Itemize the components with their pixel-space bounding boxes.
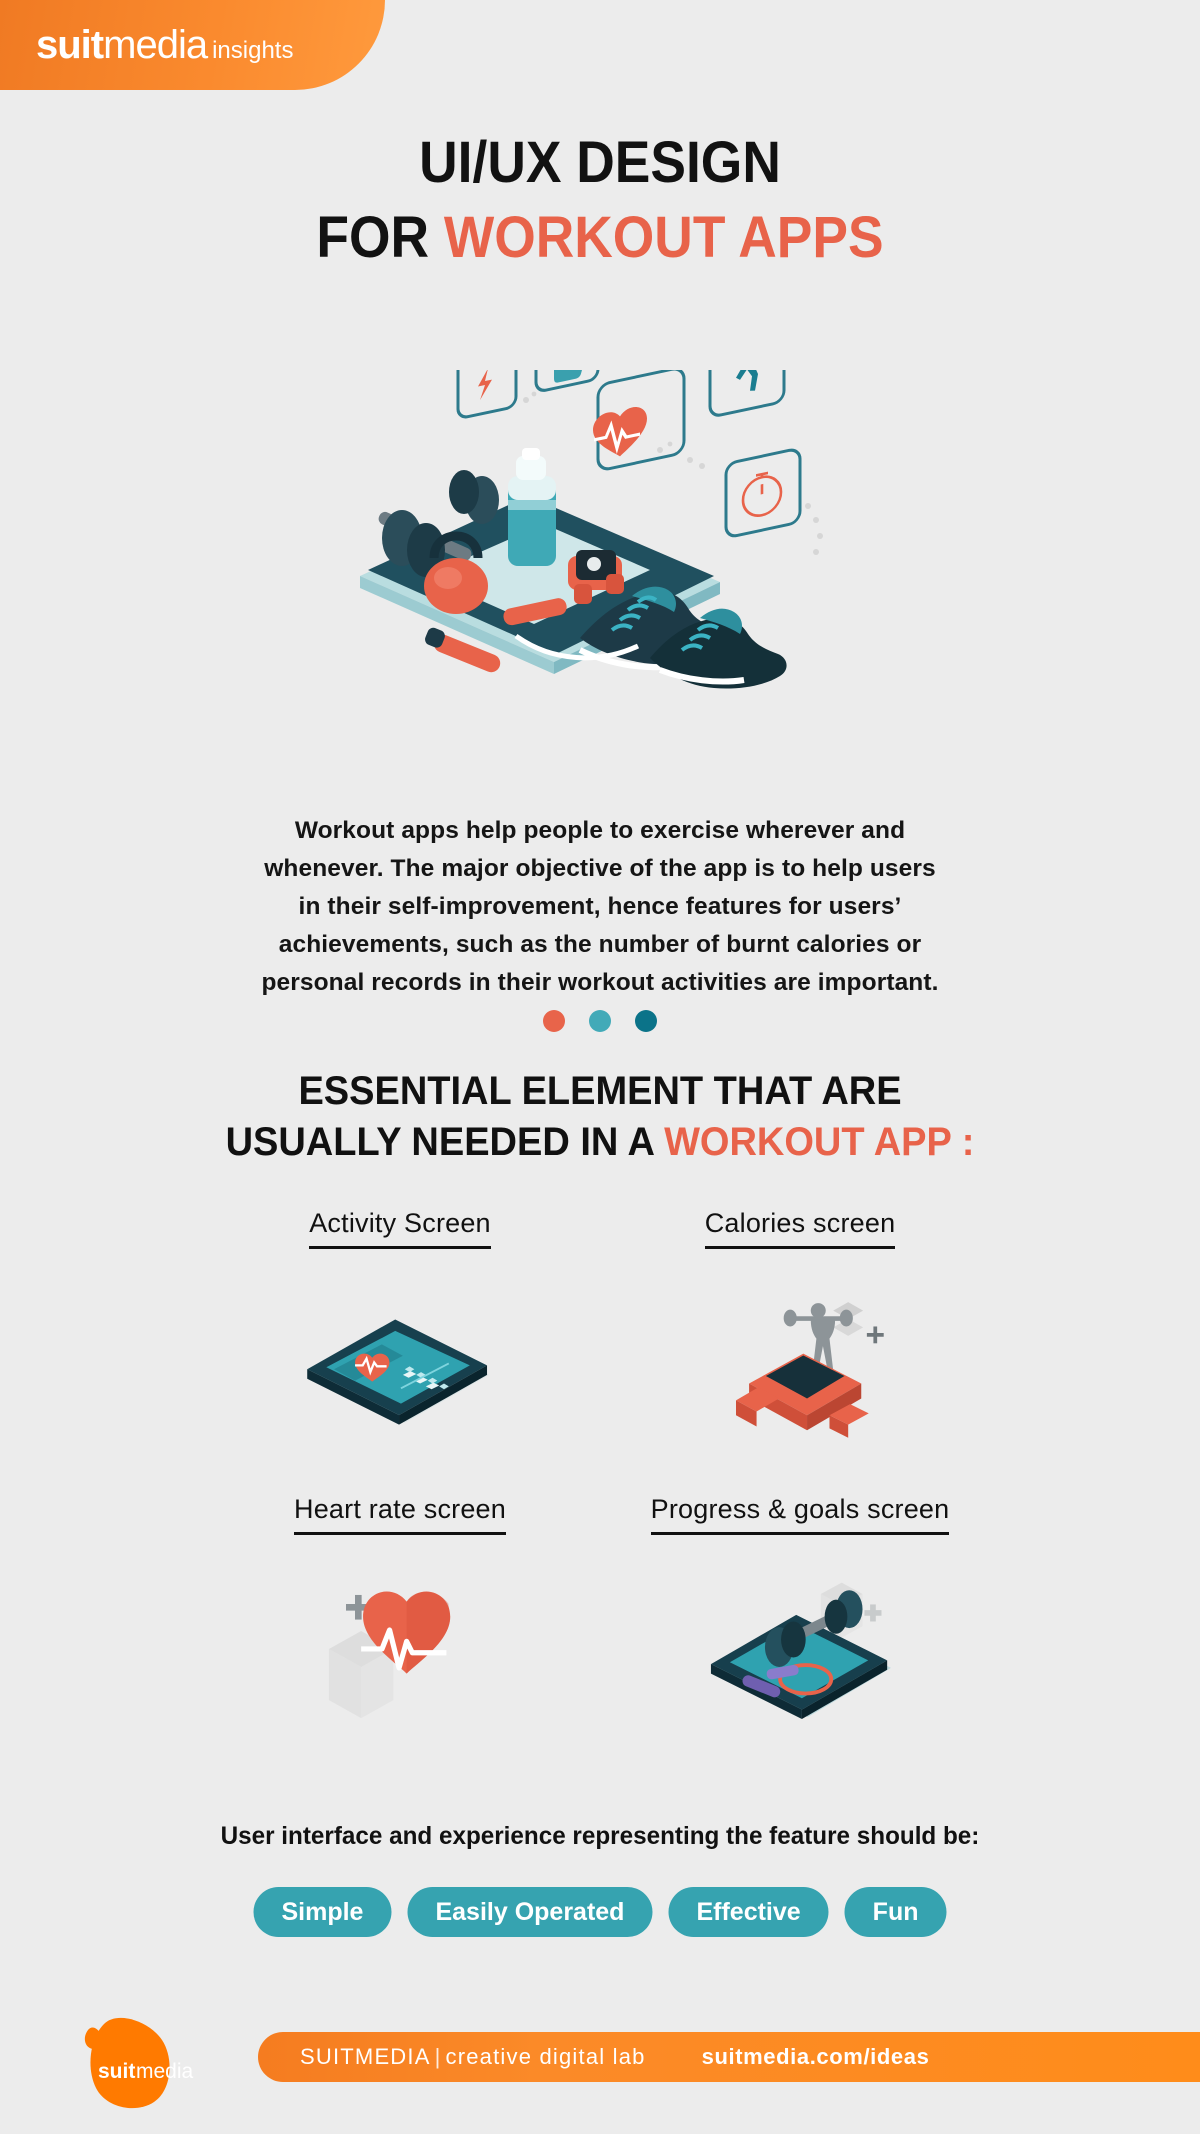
- section-heading-accent: WORKOUT APP :: [664, 1120, 975, 1165]
- footer-url[interactable]: suitmedia.com/ideas: [702, 2044, 930, 2070]
- smartwatch-calories-icon: [735, 1302, 884, 1438]
- pill-easily-operated[interactable]: Easily Operated: [407, 1887, 653, 1937]
- hero-illustration: [330, 317, 870, 710]
- footer-logo-bold-text: suit: [98, 2060, 135, 2083]
- feature-label-activity: Activity Screen: [309, 1208, 491, 1249]
- section-heading-line-2: USUALLY NEEDED IN A WORKOUT APP :: [30, 1117, 1170, 1168]
- footer-brand-text: SUITMEDIA: [300, 2044, 431, 2069]
- phone-activity-screen-icon: [307, 1318, 489, 1425]
- footer: suit media SUITMEDIA | creative digital la…: [0, 1994, 1200, 2134]
- feature-art-progress-goals: [600, 1553, 1000, 1743]
- ui-summary-line: User interface and experience representi…: [220, 1822, 980, 1850]
- heart-rate-icon: [328, 1591, 451, 1719]
- logo-light-text: media: [103, 23, 208, 67]
- feature-progress-goals-screen: Progress & goals screen: [600, 1494, 1000, 1780]
- section-heading-plain: USUALLY NEEDED IN A: [225, 1120, 665, 1165]
- workout-gear-isometric-icon: [360, 317, 823, 689]
- footer-tagline-text: creative digital lab: [445, 2044, 646, 2069]
- pill-fun[interactable]: Fun: [844, 1887, 947, 1937]
- pill-effective[interactable]: Effective: [668, 1887, 829, 1937]
- lead-paragraph: Workout apps help people to exercise whe…: [261, 817, 939, 996]
- feature-art-calories: [600, 1267, 1000, 1457]
- feature-calories-screen: Calories screen: [600, 1208, 1000, 1494]
- title-line-1: UI/UX DESIGN: [419, 130, 781, 195]
- feature-grid: Activity Screen Calories screen Heart ra…: [200, 1208, 1000, 1780]
- title-line-2-plain: FOR: [316, 204, 444, 270]
- suitmedia-logo: suitmedia insights: [36, 25, 293, 65]
- pill-simple[interactable]: Simple: [253, 1887, 392, 1937]
- page-title: UI/UX DESIGN FOR WORKOUT APPS: [48, 128, 1152, 274]
- feature-heart-rate-screen: Heart rate screen: [200, 1494, 600, 1780]
- feature-activity-screen: Activity Screen: [200, 1208, 600, 1494]
- section-heading-line-1: ESSENTIAL ELEMENT THAT ARE: [298, 1069, 902, 1113]
- feature-label-calories: Calories screen: [704, 1208, 896, 1249]
- dot-separator: [543, 1010, 657, 1032]
- feature-label-progress-goals: Progress & goals screen: [650, 1494, 950, 1535]
- footer-bar: SUITMEDIA | creative digital lab suitmedia…: [258, 2032, 1200, 2082]
- dumbbell-progress-icon: [710, 1582, 891, 1720]
- dot-coral-icon: [543, 1010, 565, 1032]
- dot-teal-dark-icon: [635, 1010, 657, 1032]
- feature-art-activity: [200, 1267, 600, 1457]
- section-heading: ESSENTIAL ELEMENT THAT ARE USUALLY NEEDE…: [30, 1066, 1170, 1168]
- logo-bold-text: suit: [36, 23, 104, 67]
- suitmedia-footer-logo: suit media: [84, 2017, 194, 2109]
- footer-tagline: SUITMEDIA | creative digital lab: [300, 2044, 646, 2070]
- title-line-2-accent: WORKOUT APPS: [443, 204, 884, 270]
- title-line-2: FOR WORKOUT APPS: [48, 203, 1152, 274]
- logo-insights-text: insights: [212, 37, 294, 64]
- footer-separator: |: [434, 2044, 442, 2069]
- footer-logo-light-text: media: [136, 2060, 194, 2083]
- feature-label-heart-rate: Heart rate screen: [294, 1494, 506, 1535]
- feature-art-heart-rate: [200, 1553, 600, 1743]
- attribute-pill-list: Simple Easily Operated Effective Fun: [253, 1887, 947, 1937]
- dot-teal-light-icon: [589, 1010, 611, 1032]
- brand-header: suitmedia insights: [0, 0, 385, 90]
